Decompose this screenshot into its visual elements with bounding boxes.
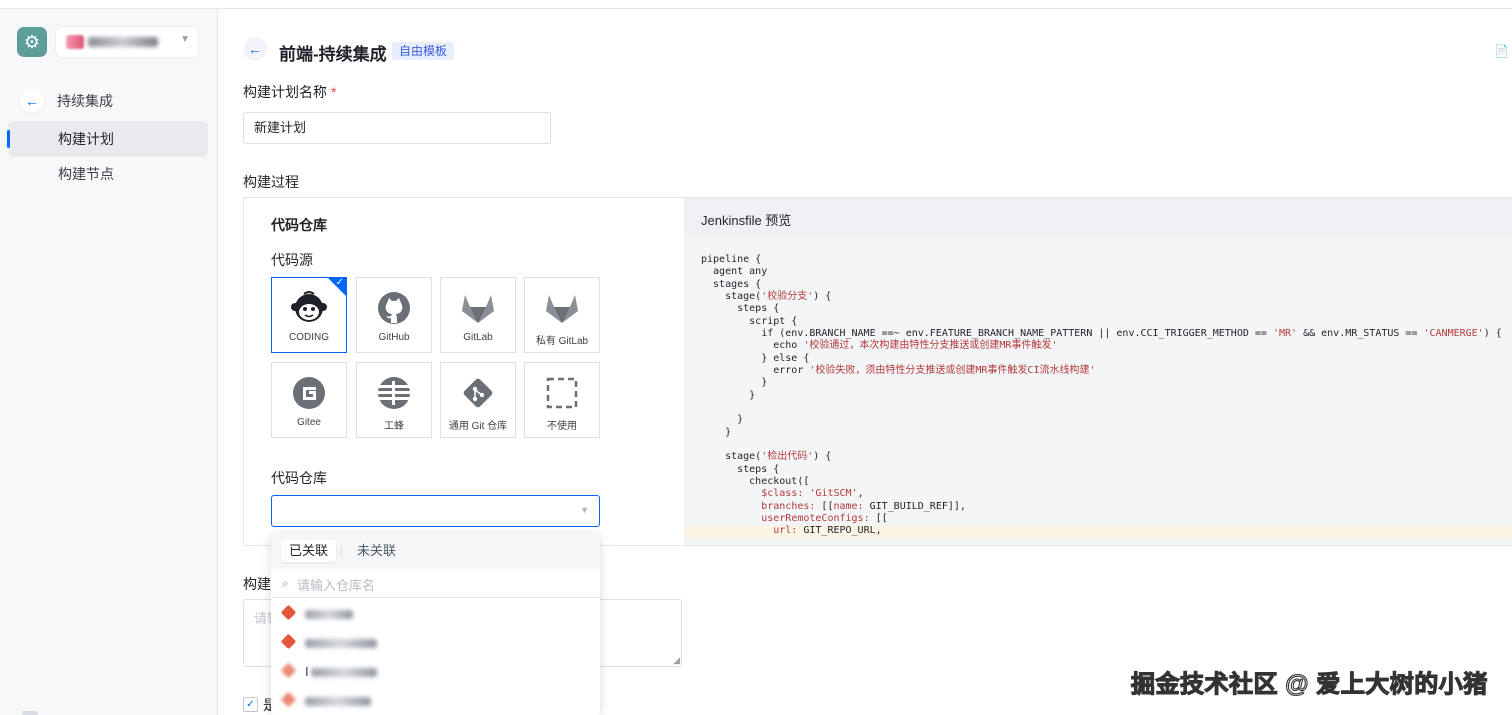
sidebar-item-build-plans[interactable]: 构建计划 bbox=[7, 121, 208, 157]
sidebar-scroll-hint bbox=[22, 711, 38, 715]
back-label: 持续集成 bbox=[57, 93, 113, 109]
source-tile-generic-git[interactable]: 通用 Git 仓库 bbox=[440, 362, 516, 438]
chevron-down-icon: ▼ bbox=[180, 34, 190, 45]
description-label: 构建 bbox=[243, 576, 271, 592]
arrow-left-icon: ← bbox=[248, 41, 262, 57]
team-avatar bbox=[66, 35, 84, 49]
sidebar-item-label: 构建计划 bbox=[58, 131, 114, 147]
repo-name-blurred bbox=[305, 639, 377, 648]
list-item[interactable] bbox=[271, 600, 600, 629]
tile-label: CODING bbox=[289, 332, 329, 343]
source-tile-coding[interactable]: ✓ CODING bbox=[271, 277, 347, 353]
tab-divider bbox=[341, 545, 342, 557]
source-tile-gitee[interactable]: Gitee bbox=[271, 362, 347, 438]
source-tile-private-gitlab[interactable]: 私有 GitLab bbox=[524, 277, 600, 353]
coding-icon bbox=[290, 288, 328, 328]
gear-logo-icon[interactable]: ⚙ bbox=[17, 27, 47, 57]
repo-search-placeholder: 请输入仓库名 bbox=[297, 578, 376, 593]
back-to-ci[interactable]: ← 持续集成 bbox=[20, 87, 113, 115]
git-repo-icon bbox=[280, 691, 297, 708]
arrow-left-icon: ← bbox=[20, 89, 44, 113]
none-icon bbox=[546, 373, 578, 413]
check-icon: ✓ bbox=[335, 277, 344, 288]
jenkinsfile-code: pipeline { agent any stages { stage('校验分… bbox=[701, 254, 1502, 537]
git-repo-icon bbox=[280, 633, 297, 650]
tab-linked[interactable]: 已关联 bbox=[281, 540, 337, 562]
template-tag: 自由模板 bbox=[392, 42, 455, 60]
option-checkbox[interactable]: ✓ bbox=[243, 697, 258, 712]
tile-label: Gitee bbox=[297, 417, 321, 428]
jenkinsfile-preview[interactable]: pipeline { agent any stages { stage('校验分… bbox=[684, 237, 1512, 545]
gitlab-icon bbox=[460, 288, 496, 328]
repo-name-blurred bbox=[305, 697, 371, 706]
git-repo-icon bbox=[280, 662, 297, 679]
sidebar-item-label: 构建节点 bbox=[58, 166, 114, 182]
repo-name-blurred bbox=[311, 668, 377, 677]
page-title: 前端-持续集成 bbox=[279, 45, 387, 64]
tile-label: 工蜂 bbox=[384, 421, 404, 432]
github-icon bbox=[377, 288, 411, 328]
gitlab-private-icon bbox=[544, 288, 580, 328]
dropdown-tabs: 已关联 未关联 bbox=[271, 533, 600, 569]
git-generic-icon bbox=[461, 373, 495, 413]
resize-handle-icon[interactable]: ◢ bbox=[673, 656, 680, 665]
preview-title: Jenkinsfile 预览 bbox=[701, 213, 792, 228]
sidebar: ⚙ ▼ ← 持续集成 构建计划 构建节点 bbox=[0, 9, 218, 715]
source-tile-gongfeng[interactable]: 工蜂 bbox=[356, 362, 432, 438]
top-border bbox=[0, 0, 1512, 9]
tab-unlinked[interactable]: 未关联 bbox=[349, 540, 404, 562]
build-process-label: 构建过程 bbox=[243, 174, 299, 190]
gongfeng-icon bbox=[377, 373, 411, 413]
plan-name-label: 构建计划名称 * bbox=[243, 82, 336, 102]
sidebar-item-build-nodes[interactable]: 构建节点 bbox=[8, 156, 208, 192]
tile-label: GitLab bbox=[463, 332, 493, 343]
repo-dropdown: 已关联 未关联 ⌕ 请输入仓库名 I bbox=[271, 533, 600, 715]
required-mark: * bbox=[331, 84, 337, 100]
chevron-down-icon: ▼ bbox=[580, 505, 589, 515]
list-item[interactable] bbox=[271, 629, 600, 658]
repo-search[interactable]: ⌕ 请输入仓库名 bbox=[271, 569, 600, 598]
plan-name-label-text: 构建计划名称 bbox=[243, 84, 327, 100]
team-switcher[interactable]: ▼ bbox=[56, 27, 198, 57]
tile-label: GitHub bbox=[378, 332, 410, 343]
page-back-button[interactable]: ← bbox=[243, 37, 267, 61]
source-label: 代码源 bbox=[271, 252, 313, 268]
repo-name-blurred bbox=[305, 610, 353, 619]
gitee-icon bbox=[292, 373, 326, 413]
preview-header bbox=[684, 198, 1512, 238]
team-name-blurred bbox=[88, 37, 158, 47]
source-tile-none[interactable]: 不使用 bbox=[524, 362, 600, 438]
tile-label: 通用 Git 仓库 bbox=[448, 421, 508, 432]
tile-label: 私有 GitLab bbox=[535, 336, 589, 347]
document-icon[interactable]: 📄 bbox=[1494, 44, 1509, 58]
repo-section-title: 代码仓库 bbox=[271, 217, 327, 233]
source-tile-gitlab[interactable]: GitLab bbox=[440, 277, 516, 353]
plan-name-input[interactable]: 新建计划 bbox=[243, 112, 551, 144]
list-item[interactable] bbox=[271, 687, 600, 715]
watermark: 掘金技术社区 @ 爱上大树的小猪 bbox=[1130, 670, 1488, 698]
source-tile-github[interactable]: GitHub bbox=[356, 277, 432, 353]
tile-label: 不使用 bbox=[547, 421, 577, 432]
search-icon: ⌕ bbox=[282, 576, 289, 590]
list-item[interactable]: I bbox=[271, 658, 600, 687]
repo-label: 代码仓库 bbox=[271, 470, 327, 486]
repo-select[interactable]: ▼ bbox=[271, 495, 600, 527]
git-repo-icon bbox=[280, 604, 297, 621]
repo-name-lead: I bbox=[305, 664, 309, 679]
